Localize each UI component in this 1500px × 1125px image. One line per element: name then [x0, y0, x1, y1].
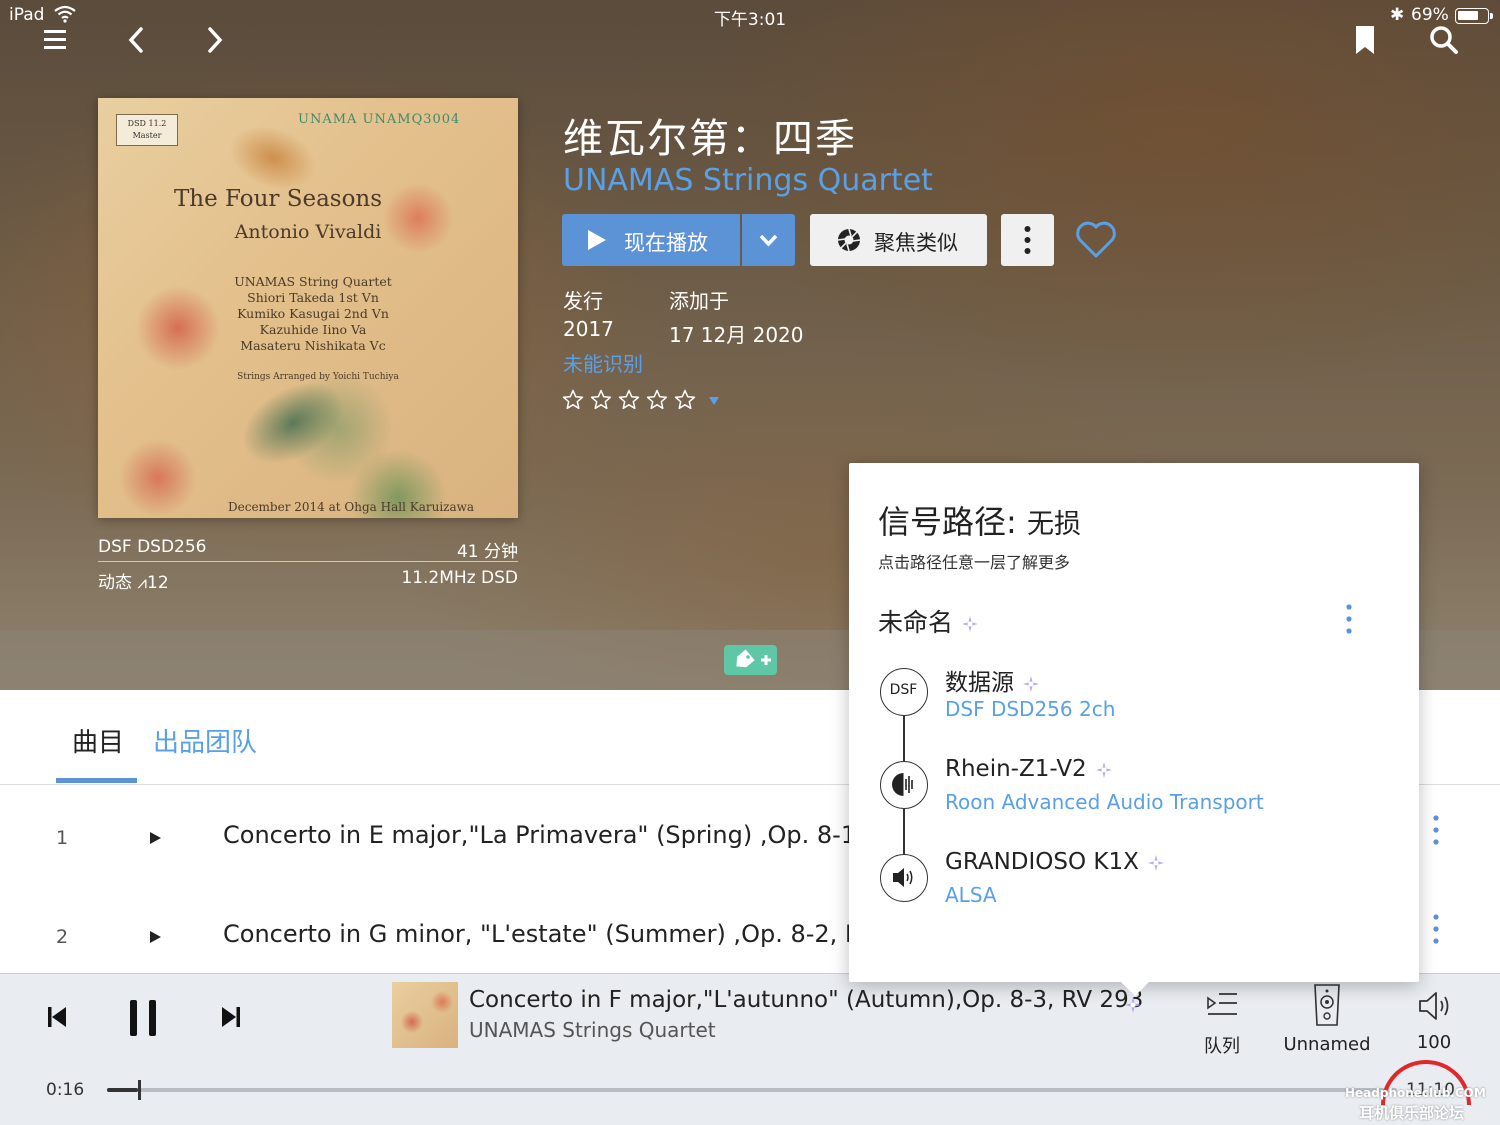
zone-more-icon[interactable] [1339, 601, 1359, 637]
sample-rate: 11.2MHz DSD [401, 568, 518, 588]
favorite-heart-icon[interactable] [1073, 216, 1119, 262]
transport-node-icon[interactable] [880, 761, 928, 809]
chevron-down-icon [759, 234, 778, 247]
pause-icon[interactable] [120, 996, 166, 1040]
file-format: DSF DSD256 [98, 537, 207, 557]
album-title: 维瓦尔第：四季 [563, 116, 857, 162]
seek-handle[interactable] [138, 1080, 141, 1100]
focus-similar-button[interactable]: 聚焦类似 [810, 214, 987, 266]
cover-footer: December 2014 at Ohga Hall Karuizawa [228, 500, 475, 514]
format-row: DSF DSD256 41 分钟 [98, 537, 518, 562]
track-number: 2 [56, 926, 69, 948]
rating-star-icon[interactable] [673, 388, 697, 412]
queue-icon [1207, 993, 1237, 1015]
track-more-icon[interactable] [1426, 813, 1446, 847]
unidentified-link[interactable]: 未能识别 [563, 348, 643, 377]
add-tag-button[interactable] [724, 645, 777, 675]
rating-star-icon[interactable] [617, 388, 641, 412]
track-more-icon[interactable] [1426, 912, 1446, 946]
track-number: 1 [56, 827, 69, 849]
cover-credits: UNAMAS String Quartet Shiori Takeda 1st … [234, 274, 392, 353]
release-year: 2017 [563, 317, 614, 341]
active-tab-indicator [56, 778, 137, 783]
bookmark-icon[interactable] [1345, 22, 1385, 58]
cover-composer: Antonio Vivaldi [234, 221, 382, 243]
signal-node-name[interactable]: 数据源 [945, 663, 1040, 697]
signal-node-detail[interactable]: Roon Advanced Audio Transport [945, 790, 1264, 814]
vertical-dots-icon [1024, 226, 1031, 254]
search-icon[interactable] [1424, 22, 1464, 58]
volume-button[interactable]: 100 [1408, 986, 1460, 1053]
cover-arranger: Strings Arranged by Yoichi Tuchiya [237, 372, 399, 382]
rating-dropdown-icon[interactable] [707, 388, 721, 412]
dynamics-row: 动态 ⩘12 11.2MHz DSD [98, 568, 518, 593]
output-node-icon[interactable] [880, 854, 928, 902]
tab-credits[interactable]: 出品团队 [153, 722, 257, 759]
now-playing-artist[interactable]: UNAMAS Strings Quartet [469, 1018, 716, 1042]
back-icon[interactable] [116, 22, 156, 58]
now-playing-artwork[interactable] [392, 982, 458, 1048]
album-duration: 41 分钟 [456, 542, 518, 562]
signal-path-hint: 点击路径任意一层了解更多 [878, 553, 1071, 572]
signal-node-name[interactable]: GRANDIOSO K1X [945, 849, 1165, 875]
album-artist-link[interactable]: UNAMAS Strings Quartet [563, 163, 933, 198]
seek-bar[interactable] [107, 1080, 1397, 1100]
release-label: 发行 [563, 289, 603, 313]
play-track-icon[interactable] [150, 832, 161, 844]
signal-path-sparkle-icon[interactable] [1124, 996, 1142, 1014]
bluetooth-icon: ✱ [1390, 5, 1405, 25]
rating-star-icon[interactable] [561, 388, 585, 412]
signal-node-detail[interactable]: ALSA [945, 883, 997, 907]
cover-label: UNAMA UNAMQ3004 [298, 112, 461, 127]
forward-icon[interactable] [195, 22, 235, 58]
more-options-button[interactable] [1001, 214, 1054, 266]
rating-star-icon[interactable] [645, 388, 669, 412]
dynamic-icon: ⩘ [137, 573, 147, 593]
cover-title: The Four Seasons [173, 186, 383, 212]
play-options-dropdown[interactable] [742, 214, 795, 266]
signal-path-title: 信号路径: 无损 [878, 503, 1081, 541]
rating-star-icon[interactable] [589, 388, 613, 412]
signal-path-zone[interactable]: 未命名 [878, 603, 979, 639]
play-now-button[interactable]: 现在播放 [562, 214, 740, 266]
signal-path-popup: 信号路径: 无损 点击路径任意一层了解更多 未命名 DSF 数据源 DSF DS… [849, 463, 1419, 996]
now-playing-title[interactable]: Concerto in F major,"L'autunno" (Autumn)… [469, 987, 1143, 1013]
aperture-icon [837, 228, 861, 252]
added-label: 添加于 [669, 289, 729, 313]
now-playing-bar: Concerto in F major,"L'autunno" (Autumn)… [0, 973, 1500, 1125]
next-track-icon[interactable] [214, 1000, 248, 1034]
queue-button[interactable]: 队列 [1196, 990, 1248, 1058]
track-title[interactable]: Concerto in E major,"La Primavera" (Spri… [223, 821, 903, 849]
sparkle-icon [1095, 761, 1112, 778]
zone-speaker-icon [1314, 984, 1340, 1026]
sparkle-icon [1023, 675, 1039, 692]
sparkle-icon [1147, 854, 1164, 871]
zone-button[interactable]: Unnamed [1282, 982, 1372, 1055]
play-icon [588, 230, 606, 250]
elapsed-time: 0:16 [46, 1080, 85, 1100]
dsd-badge: DSD 11.2 Master [116, 114, 178, 146]
seek-progress [107, 1088, 138, 1092]
signal-path-quality: 无损 [1026, 509, 1081, 540]
source-node-icon[interactable]: DSF [880, 668, 928, 716]
tab-tracks[interactable]: 曲目 [72, 722, 124, 759]
volume-icon [1419, 992, 1449, 1020]
roon-transport-icon [892, 773, 913, 796]
speaker-icon [893, 868, 913, 887]
signal-node-name[interactable]: Rhein-Z1-V2 [945, 756, 1113, 782]
tag-add-icon [736, 649, 771, 668]
watermark: Headphoneclub.COM 耳机俱乐部论坛 [1345, 1060, 1495, 1122]
play-track-icon[interactable] [150, 931, 161, 943]
previous-track-icon[interactable] [40, 1000, 74, 1034]
menu-icon[interactable] [35, 22, 75, 58]
sparkle-icon [962, 616, 979, 632]
album-cover[interactable]: DSD 11.2 Master UNAMA UNAMQ3004 The Four… [98, 98, 518, 518]
signal-node-detail[interactable]: DSF DSD256 2ch [945, 697, 1115, 721]
added-date: 17 12月 2020 [669, 323, 804, 347]
track-title[interactable]: Concerto in G minor, "L'estate" (Summer)… [223, 920, 915, 948]
dynamic-range: 动态 ⩘12 [98, 573, 169, 593]
